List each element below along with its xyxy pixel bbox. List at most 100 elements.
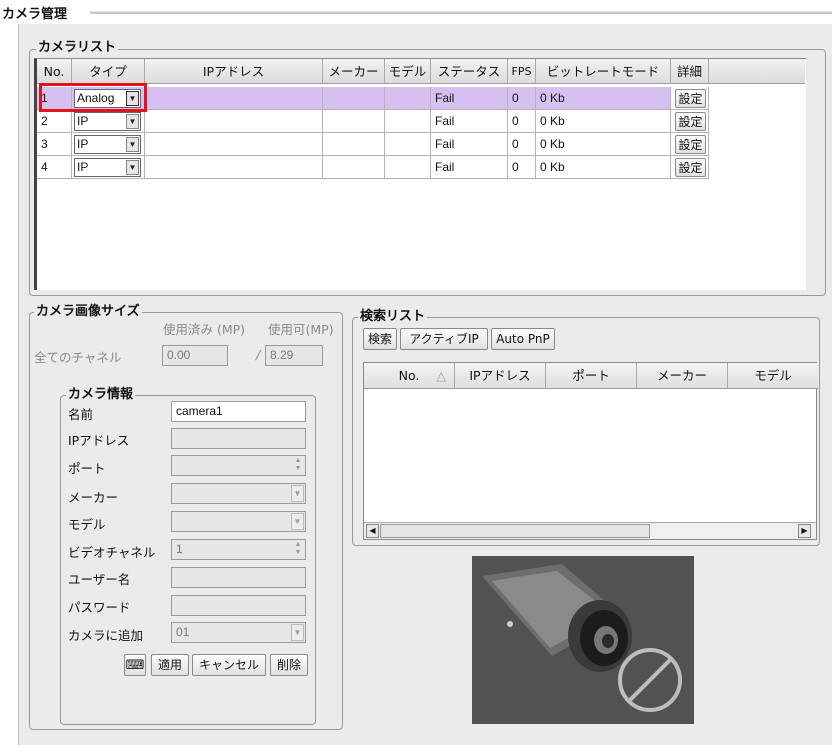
cell-detail: 設定 bbox=[671, 133, 709, 156]
search-col-no[interactable]: No. △ bbox=[364, 363, 455, 389]
cell-detail: 設定 bbox=[671, 156, 709, 179]
spin-arrows-icon: ▲ ▼ bbox=[294, 457, 302, 472]
name-field[interactable]: camera1 bbox=[171, 401, 306, 422]
type-value: IP bbox=[77, 114, 89, 128]
settings-button[interactable]: 設定 bbox=[675, 135, 706, 154]
cell-model bbox=[385, 156, 431, 179]
col-status[interactable]: ステータス bbox=[431, 59, 508, 84]
cell-fps: 0 bbox=[508, 156, 536, 179]
add-to-camera-combo: 01 ▼ bbox=[171, 622, 306, 643]
model-combo: ▼ bbox=[171, 511, 306, 532]
used-value-field: 0.00 bbox=[162, 345, 228, 366]
cell-detail: 設定 bbox=[671, 87, 709, 110]
search-list-legend: 検索リスト bbox=[358, 309, 428, 325]
cell-status: Fail bbox=[431, 133, 508, 156]
chevron-down-icon[interactable]: ▼ bbox=[126, 114, 139, 129]
highlight-box bbox=[39, 83, 147, 112]
cell-ip bbox=[145, 133, 323, 156]
cell-no: 2 bbox=[37, 110, 72, 133]
cell-ip bbox=[145, 156, 323, 179]
cell-fps: 0 bbox=[508, 110, 536, 133]
search-button[interactable]: 検索 bbox=[363, 328, 397, 350]
scroll-thumb[interactable] bbox=[380, 524, 650, 538]
camera-photo-icon bbox=[472, 556, 694, 724]
username-label: ユーザー名 bbox=[68, 572, 131, 587]
col-no[interactable]: No. bbox=[37, 59, 72, 84]
keyboard-button[interactable]: ⌨ bbox=[124, 654, 146, 676]
cell-type: IP ▼ bbox=[72, 156, 145, 179]
password-label: パスワード bbox=[68, 600, 131, 615]
col-ip[interactable]: IPアドレス bbox=[145, 59, 323, 84]
search-col-model[interactable]: モデル bbox=[728, 363, 818, 389]
scroll-left-icon[interactable]: ◀ bbox=[366, 524, 379, 538]
window-title: カメラ管理 bbox=[2, 7, 68, 22]
active-ip-button[interactable]: アクティブIP bbox=[400, 328, 488, 350]
type-select[interactable]: IP ▼ bbox=[74, 158, 141, 177]
cell-maker bbox=[323, 156, 385, 179]
title-divider bbox=[90, 11, 832, 14]
delete-button[interactable]: 削除 bbox=[270, 654, 308, 676]
col-fps[interactable]: FPS bbox=[508, 59, 536, 84]
video-channel-label: ビデオチャネル bbox=[68, 545, 156, 560]
search-col-port[interactable]: ポート bbox=[546, 363, 637, 389]
cell-bitrate: 0 Kb bbox=[536, 156, 671, 179]
col-type[interactable]: タイプ bbox=[72, 59, 145, 84]
cell-fps: 0 bbox=[508, 133, 536, 156]
password-field bbox=[171, 595, 306, 616]
search-col-no-label: No. bbox=[398, 368, 420, 383]
cancel-button[interactable]: キャンセル bbox=[192, 654, 266, 676]
horizontal-scrollbar[interactable]: ◀ ▶ bbox=[364, 522, 816, 539]
keyboard-icon: ⌨ bbox=[125, 658, 145, 673]
used-label: 使用済み (MP) bbox=[163, 322, 246, 337]
chevron-down-icon: ▼ bbox=[291, 624, 304, 641]
cell-model bbox=[385, 133, 431, 156]
cell-bitrate: 0 Kb bbox=[536, 110, 671, 133]
table-row[interactable]: 4 IP ▼ Fail 0 0 Kb 設定 bbox=[37, 156, 709, 179]
cell-type: IP ▼ bbox=[72, 110, 145, 133]
image-size-legend: カメラ画像サイズ bbox=[34, 304, 142, 320]
cell-model bbox=[385, 87, 431, 110]
cell-maker bbox=[323, 110, 385, 133]
sort-ascending-icon: △ bbox=[436, 368, 446, 383]
maker-combo: ▼ bbox=[171, 483, 306, 504]
col-model[interactable]: モデル bbox=[385, 59, 431, 84]
table-row[interactable]: 2 IP ▼ Fail 0 0 Kb 設定 bbox=[37, 110, 709, 133]
add-to-camera-value: 01 bbox=[176, 625, 190, 639]
settings-button[interactable]: 設定 bbox=[675, 112, 706, 131]
cell-maker bbox=[323, 133, 385, 156]
search-col-ip[interactable]: IPアドレス bbox=[455, 363, 546, 389]
port-spinbox: ▲ ▼ bbox=[171, 455, 306, 476]
chevron-down-icon[interactable]: ▼ bbox=[126, 137, 139, 152]
cell-fps: 0 bbox=[508, 87, 536, 110]
add-to-camera-label: カメラに追加 bbox=[68, 628, 144, 643]
type-select[interactable]: IP ▼ bbox=[74, 112, 141, 131]
scroll-right-icon[interactable]: ▶ bbox=[798, 524, 811, 538]
apply-button[interactable]: 適用 bbox=[151, 654, 189, 676]
cell-no: 4 bbox=[37, 156, 72, 179]
cell-ip bbox=[145, 87, 323, 110]
maker-label: メーカー bbox=[68, 490, 119, 505]
auto-pnp-button[interactable]: Auto PnP bbox=[491, 328, 555, 350]
cell-bitrate: 0 Kb bbox=[536, 87, 671, 110]
table-row[interactable]: 3 IP ▼ Fail 0 0 Kb 設定 bbox=[37, 133, 709, 156]
settings-button[interactable]: 設定 bbox=[675, 89, 706, 108]
col-maker[interactable]: メーカー bbox=[323, 59, 385, 84]
port-label: ポート bbox=[68, 461, 106, 476]
type-value: IP bbox=[77, 137, 89, 151]
spin-arrows-icon: ▲ ▼ bbox=[294, 541, 302, 556]
camera-info-legend: カメラ情報 bbox=[66, 387, 136, 403]
name-label: 名前 bbox=[68, 407, 94, 422]
search-results-table: No. △ IPアドレス ポート メーカー モデル bbox=[363, 362, 818, 540]
camera-list-header: No. タイプ IPアドレス メーカー モデル ステータス FPS ビットレート… bbox=[37, 59, 805, 84]
col-detail[interactable]: 詳細 bbox=[671, 59, 709, 84]
search-col-maker[interactable]: メーカー bbox=[637, 363, 728, 389]
chevron-down-icon[interactable]: ▼ bbox=[126, 160, 139, 175]
camera-list-legend: カメラリスト bbox=[36, 40, 119, 56]
separator: / bbox=[256, 347, 261, 362]
cell-no: 3 bbox=[37, 133, 72, 156]
chevron-down-icon: ▼ bbox=[291, 485, 304, 502]
type-select[interactable]: IP ▼ bbox=[74, 135, 141, 154]
col-bitrate-mode[interactable]: ビットレートモード bbox=[536, 59, 671, 84]
cell-model bbox=[385, 110, 431, 133]
settings-button[interactable]: 設定 bbox=[675, 158, 706, 177]
